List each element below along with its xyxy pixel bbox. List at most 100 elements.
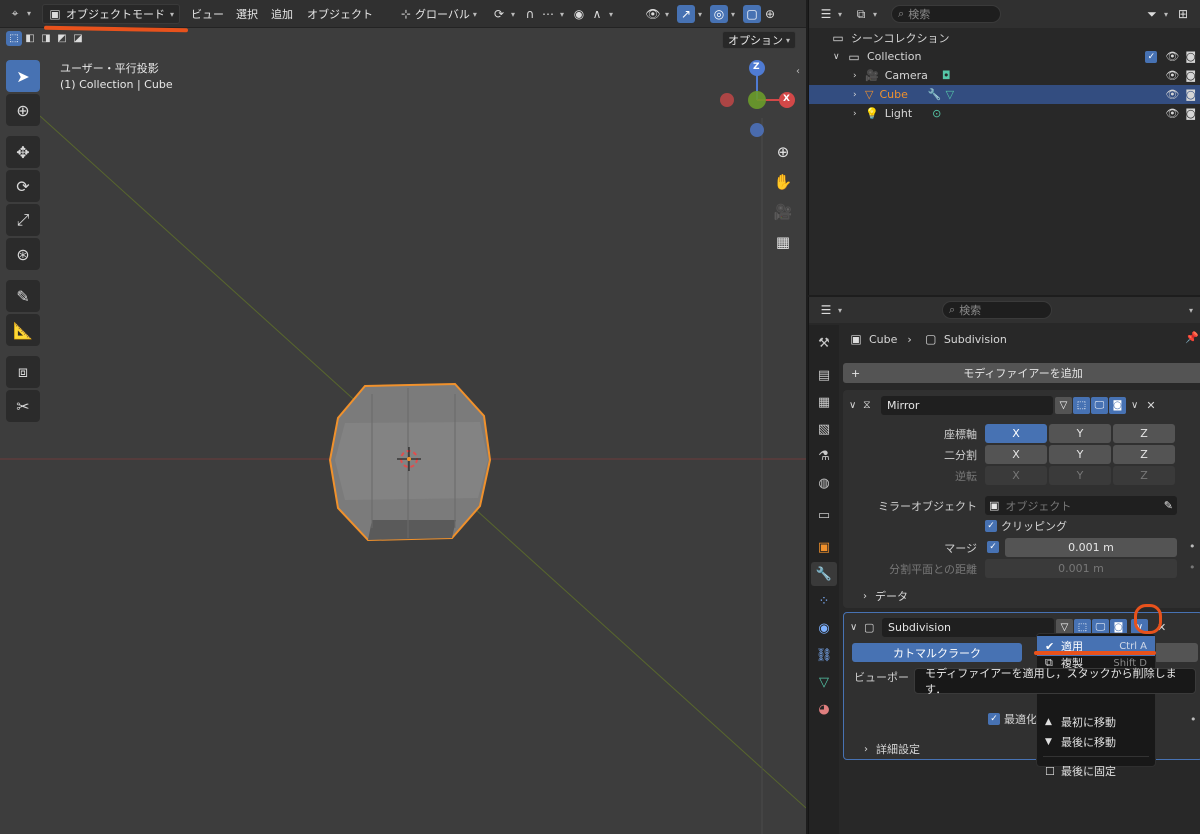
collection-tab-icon[interactable]: ▭ — [811, 503, 837, 527]
proportional-edit-icon[interactable]: ◉ — [570, 5, 588, 23]
render-camera-icon[interactable]: ◙ — [1185, 107, 1196, 120]
pin-icon[interactable]: 📌 — [1185, 331, 1199, 344]
visibility-icon[interactable]: 👁 — [644, 5, 662, 23]
select-invert-icon[interactable]: ◩ — [54, 31, 70, 46]
overlay-icon[interactable]: ◎ — [710, 5, 729, 23]
scene-tab-icon[interactable]: ⚗ — [811, 444, 837, 468]
transform-orientation[interactable]: ⊹ グローバル ▾ — [392, 4, 482, 24]
snap-magnet-icon[interactable]: ∩ — [521, 5, 539, 23]
collection-exclude-checkbox[interactable]: ✓ — [1145, 50, 1158, 63]
menu-add[interactable]: 追加 — [266, 4, 298, 24]
outliner-search-input[interactable]: ⌕ 検索 — [891, 5, 1002, 23]
object-tab-icon[interactable]: ▣ — [811, 535, 837, 559]
annotate-tool-icon[interactable]: ✎ — [6, 280, 40, 312]
material-tab-icon[interactable]: ◕ — [811, 697, 837, 721]
menu-object[interactable]: オブジェクト — [302, 4, 378, 24]
zoom-icon[interactable]: ⊕ — [769, 138, 797, 166]
subdivision-name-field[interactable]: Subdivision — [882, 617, 1054, 637]
data-tab-icon[interactable]: ▽ — [811, 670, 837, 694]
menu-item-move-first[interactable]: ▲ 最初に移動 — [1037, 712, 1155, 732]
editor-type-icon[interactable]: ☰ — [817, 5, 835, 23]
chevron-down-icon[interactable]: ∨ — [1131, 400, 1138, 411]
render-toggle-icon[interactable]: ◙ — [1109, 396, 1126, 414]
select-subtract-icon[interactable]: ◨ — [38, 31, 54, 46]
clipping-checkbox[interactable]: ✓ — [985, 520, 997, 532]
3d-viewport[interactable]: Z X ⬚ ◧ ◨ ◩ ◪ オプション ▾ ユーザー・平行投影 (1) Coll… — [0, 28, 806, 834]
display-mode-icon[interactable]: ⧉ — [852, 5, 870, 23]
constraints-tab-icon[interactable]: ⛓ — [811, 643, 837, 667]
eye-icon[interactable]: 👁 — [1165, 50, 1179, 63]
eye-icon[interactable]: 👁 — [1165, 69, 1179, 82]
modifier-tab-icon[interactable]: 🔧 — [811, 562, 837, 586]
keyframe-dot-icon[interactable]: • — [1189, 561, 1196, 574]
render-tab-icon[interactable]: ▤ — [811, 363, 837, 387]
axis-z-toggle[interactable]: Z — [1113, 424, 1175, 443]
select-extend-icon[interactable]: ◧ — [22, 31, 38, 46]
gizmo-icon[interactable]: ↗ — [677, 5, 696, 23]
chevron-down-icon[interactable]: ∨ — [849, 400, 863, 411]
pan-hand-icon[interactable]: ✋ — [769, 168, 797, 196]
eye-icon[interactable]: 👁 — [1165, 88, 1179, 101]
eyedropper-icon[interactable]: ✎ — [1164, 499, 1173, 512]
collection-row[interactable]: ∨ ▭ Collection ✓ 👁 ◙ — [809, 47, 1200, 66]
bisect-x-toggle[interactable]: X — [985, 445, 1047, 464]
outliner-item-cube[interactable]: › ▽ Cube 🔧 ▽ 👁 ◙ — [809, 85, 1200, 104]
xray-icon[interactable]: ▢ — [743, 5, 762, 23]
close-icon[interactable]: ✕ — [1146, 399, 1155, 412]
cursor-tool-icon[interactable]: ⊕ — [6, 94, 40, 126]
outliner-item-light[interactable]: › 💡 Light ⊙ 👁 ◙ — [809, 104, 1200, 123]
sidebar-toggle-icon[interactable]: ‹ — [796, 66, 800, 77]
select-box-tool-icon[interactable]: ➤ — [6, 60, 40, 92]
menu-item-pin-last[interactable]: ☐ 最後に固定 — [1037, 761, 1155, 781]
chevron-right-icon[interactable]: › — [853, 90, 865, 100]
outliner-item-camera[interactable]: › 🎥 Camera ◘ 👁 ◙ — [809, 66, 1200, 85]
render-camera-icon[interactable]: ◙ — [1185, 69, 1196, 82]
view-layer-tab-icon[interactable]: ▧ — [811, 417, 837, 441]
bisect-distance-field[interactable]: 0.001 m — [985, 559, 1177, 578]
bisect-y-toggle[interactable]: Y — [1049, 445, 1111, 464]
new-collection-icon[interactable]: ⊞ — [1174, 5, 1192, 23]
add-modifier-button[interactable]: + モディファイアーを追加 — [843, 363, 1200, 383]
flip-x-toggle[interactable]: X — [985, 466, 1047, 485]
chevron-down-icon[interactable]: ∨ — [850, 622, 864, 633]
chevron-down-icon[interactable]: ∨ — [833, 52, 845, 62]
cage-toggle-icon[interactable]: ⬚ — [1073, 396, 1090, 414]
render-camera-icon[interactable]: ◙ — [1185, 88, 1196, 101]
particles-tab-icon[interactable]: ⁘ — [811, 589, 837, 613]
camera-view-icon[interactable]: 🎥 — [769, 198, 797, 226]
scene-collection-row[interactable]: ▭ シーンコレクション — [809, 28, 1200, 47]
add-cube-tool-icon[interactable]: ⧈ — [6, 356, 40, 388]
measure-tool-icon[interactable]: 📐 — [6, 314, 40, 346]
scale-tool-icon[interactable]: ⤢ — [6, 204, 40, 236]
pivot-icon[interactable]: ⟳ — [490, 5, 508, 23]
keyframe-dot-icon[interactable]: • — [1190, 713, 1197, 726]
options-button[interactable]: オプション ▾ — [722, 31, 797, 49]
menu-select[interactable]: 選択 — [231, 4, 263, 24]
properties-search-input[interactable]: ⌕ 検索 — [942, 301, 1053, 319]
wireframe-shading-icon[interactable]: ⊕ — [761, 5, 779, 23]
mirror-object-field[interactable]: ▣ オブジェクト ✎ — [985, 496, 1177, 515]
chevron-down-icon[interactable]: ▾ — [1189, 306, 1193, 315]
merge-distance-field[interactable]: 0.001 m — [1005, 538, 1177, 557]
move-tool-icon[interactable]: ✥ — [6, 136, 40, 168]
select-intersect-icon[interactable]: ◪ — [70, 31, 86, 46]
chevron-right-icon[interactable]: › — [853, 71, 865, 81]
scissors-tool-icon[interactable]: ✂ — [6, 390, 40, 422]
mirror-name-field[interactable]: Mirror — [881, 395, 1053, 415]
flip-y-toggle[interactable]: Y — [1049, 466, 1111, 485]
catmull-clark-button[interactable]: カトマルクラーク — [852, 643, 1022, 662]
axis-x-toggle[interactable]: X — [985, 424, 1047, 443]
physics-tab-icon[interactable]: ◉ — [811, 616, 837, 640]
keyframe-dot-icon[interactable]: • — [1189, 540, 1196, 553]
select-new-icon[interactable]: ⬚ — [6, 31, 22, 46]
axis-y-toggle[interactable]: Y — [1049, 424, 1111, 443]
filter-icon[interactable]: ⏷ — [1143, 5, 1161, 23]
data-subpanel[interactable]: › データ — [863, 588, 908, 604]
ortho-grid-icon[interactable]: ▦ — [769, 228, 797, 256]
menu-item-move-last[interactable]: ▼ 最後に移動 — [1037, 732, 1155, 752]
simple-button[interactable] — [1154, 643, 1198, 662]
merge-checkbox[interactable]: ✓ — [987, 541, 999, 553]
viewport-toggle-icon[interactable]: 🖵 — [1091, 396, 1108, 414]
bisect-z-toggle[interactable]: Z — [1113, 445, 1175, 464]
editor-type-button[interactable]: ⌖ ▾ — [6, 4, 31, 22]
